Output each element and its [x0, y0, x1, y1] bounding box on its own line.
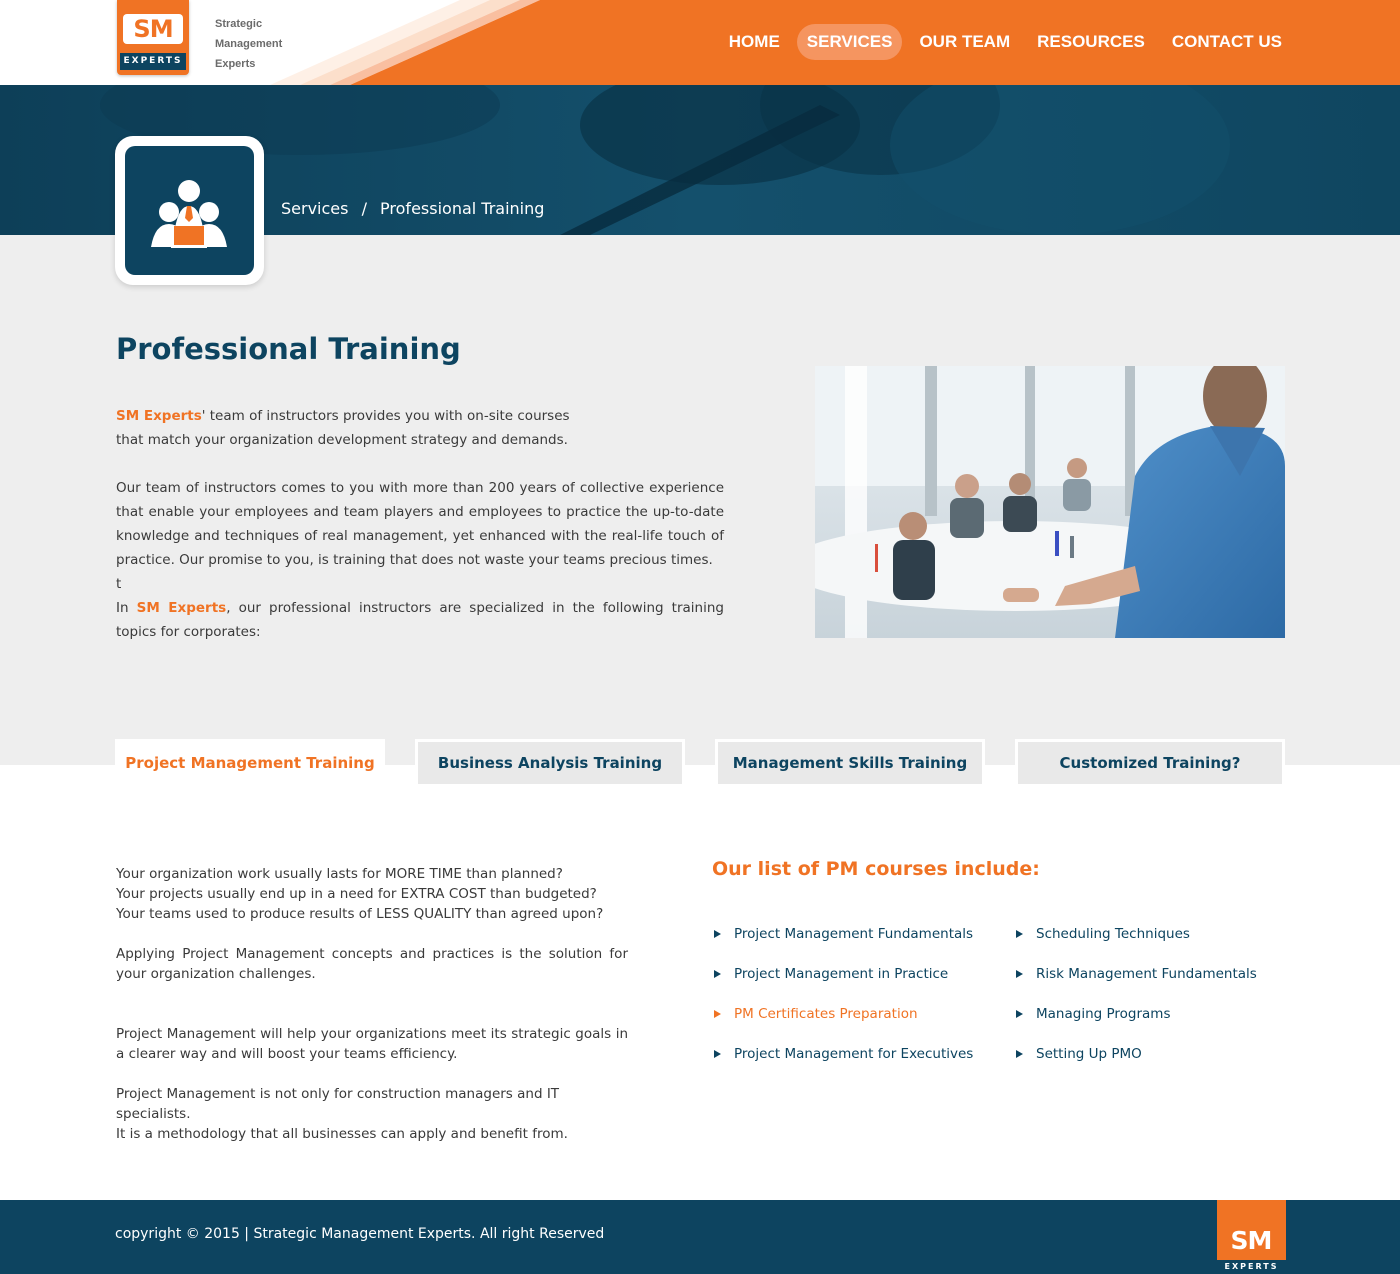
main-nav: HOME SERVICES OUR TEAM RESOURCES CONTACT… — [712, 24, 1292, 60]
brand-tagline: Strategic Management Experts — [215, 14, 282, 74]
description-paragraph: Project Management is not only for const… — [116, 1086, 560, 1122]
triangle-right-icon — [1016, 970, 1023, 978]
description-paragraph: Applying Project Management concepts and… — [116, 946, 628, 982]
course-label: Managing Programs — [1036, 1006, 1171, 1022]
courses-title: Our list of PM courses include: — [712, 858, 1040, 880]
triangle-right-icon — [1016, 1050, 1023, 1058]
course-label: Project Management in Practice — [734, 966, 949, 982]
question-line: Your teams used to produce results of LE… — [116, 906, 604, 922]
intro-paragraph: SM Experts' team of instructors provides… — [116, 404, 586, 452]
course-link-pm-certificates-preparation[interactable]: PM Certificates Preparation — [712, 1004, 973, 1044]
intro-paragraph: Our team of instructors comes to you wit… — [116, 480, 724, 568]
tab-customized-training[interactable]: Customized Training? — [1015, 739, 1285, 787]
triangle-right-icon — [714, 1010, 721, 1018]
question-line: Your projects usually end up in a need f… — [116, 886, 597, 902]
course-link-scheduling-techniques[interactable]: Scheduling Techniques — [1014, 924, 1257, 964]
intro-paragraph-text: In — [116, 600, 137, 616]
nav-item-contact-us[interactable]: CONTACT US — [1162, 24, 1292, 60]
question-line: Your organization work usually lasts for… — [116, 866, 563, 882]
course-link-setting-up-pmo[interactable]: Setting Up PMO — [1014, 1044, 1257, 1084]
intro-paragraph: In SM Experts, our professional instruct… — [116, 596, 724, 644]
tab-business-analysis-training[interactable]: Business Analysis Training — [415, 739, 685, 787]
copyright-text: copyright © 2015 | Strategic Management … — [115, 1226, 605, 1242]
intro-stray-char: t — [116, 576, 122, 592]
course-label: Project Management Fundamentals — [734, 926, 974, 942]
description-paragraph: It is a methodology that all businesses … — [116, 1126, 568, 1142]
nav-item-our-team[interactable]: OUR TEAM — [909, 24, 1020, 60]
pm-description: Your organization work usually lasts for… — [116, 864, 628, 1144]
nav-item-resources[interactable]: RESOURCES — [1027, 24, 1155, 60]
tagline-line: Management — [215, 38, 283, 50]
logo-experts-label: EXPERTS — [120, 53, 186, 70]
tab-project-management-training[interactable]: Project Management Training — [115, 739, 385, 787]
breadcrumb: Services / Professional Training — [281, 199, 552, 218]
triangle-right-icon — [714, 1050, 721, 1058]
course-label: Setting Up PMO — [1036, 1046, 1142, 1062]
training-photo-illustration — [815, 366, 1285, 638]
training-photo — [815, 366, 1285, 638]
triangle-right-icon — [1016, 1010, 1023, 1018]
site-logo[interactable]: SM EXPERTS — [117, 0, 189, 75]
course-link-pm-fundamentals[interactable]: Project Management Fundamentals — [712, 924, 973, 964]
course-link-pm-in-practice[interactable]: Project Management in Practice — [712, 964, 973, 1004]
course-label: Project Management for Executives — [734, 1046, 974, 1062]
professional-training-icon — [151, 180, 227, 248]
tab-management-skills-training[interactable]: Management Skills Training — [715, 739, 985, 787]
footer-logo-sm-mark: SM — [1230, 1226, 1273, 1255]
breadcrumb-separator: / — [361, 199, 367, 218]
course-label: PM Certificates Preparation — [734, 1006, 918, 1022]
course-label: Risk Management Fundamentals — [1036, 966, 1257, 982]
breadcrumb-services-link[interactable]: Services — [281, 199, 348, 218]
course-label: Scheduling Techniques — [1036, 926, 1190, 942]
page-title: Professional Training — [116, 332, 461, 366]
triangle-right-icon — [714, 970, 721, 978]
footer-logo[interactable]: SM EXPERTS — [1217, 1200, 1286, 1274]
description-paragraph: Project Management will help your organi… — [116, 1026, 628, 1062]
tagline-line: Experts — [215, 58, 256, 70]
service-icon-box — [115, 136, 264, 285]
tagline-line: Strategic — [215, 18, 263, 30]
brand-highlight: SM Experts — [116, 408, 202, 424]
course-link-risk-management-fundamentals[interactable]: Risk Management Fundamentals — [1014, 964, 1257, 1004]
training-tabs: Project Management Training Business Ana… — [115, 739, 1285, 789]
training-icon-tile — [125, 146, 254, 275]
triangle-right-icon — [1016, 930, 1023, 938]
intro-text: SM Experts' team of instructors provides… — [116, 404, 724, 644]
logo-sm-mark: SM — [123, 14, 183, 44]
course-link-managing-programs[interactable]: Managing Programs — [1014, 1004, 1257, 1044]
nav-item-services[interactable]: SERVICES — [796, 24, 903, 60]
course-list-left: Project Management Fundamentals Project … — [712, 924, 973, 1084]
triangle-right-icon — [714, 930, 721, 938]
footer-logo-experts-label: EXPERTS — [1217, 1260, 1286, 1274]
course-list-right: Scheduling Techniques Risk Management Fu… — [1014, 924, 1257, 1084]
course-link-pm-for-executives[interactable]: Project Management for Executives — [712, 1044, 973, 1084]
nav-item-home[interactable]: HOME — [719, 24, 790, 60]
brand-highlight: SM Experts — [136, 600, 227, 616]
site-header: SM EXPERTS Strategic Management Experts … — [0, 0, 1400, 85]
breadcrumb-current: Professional Training — [380, 199, 545, 218]
